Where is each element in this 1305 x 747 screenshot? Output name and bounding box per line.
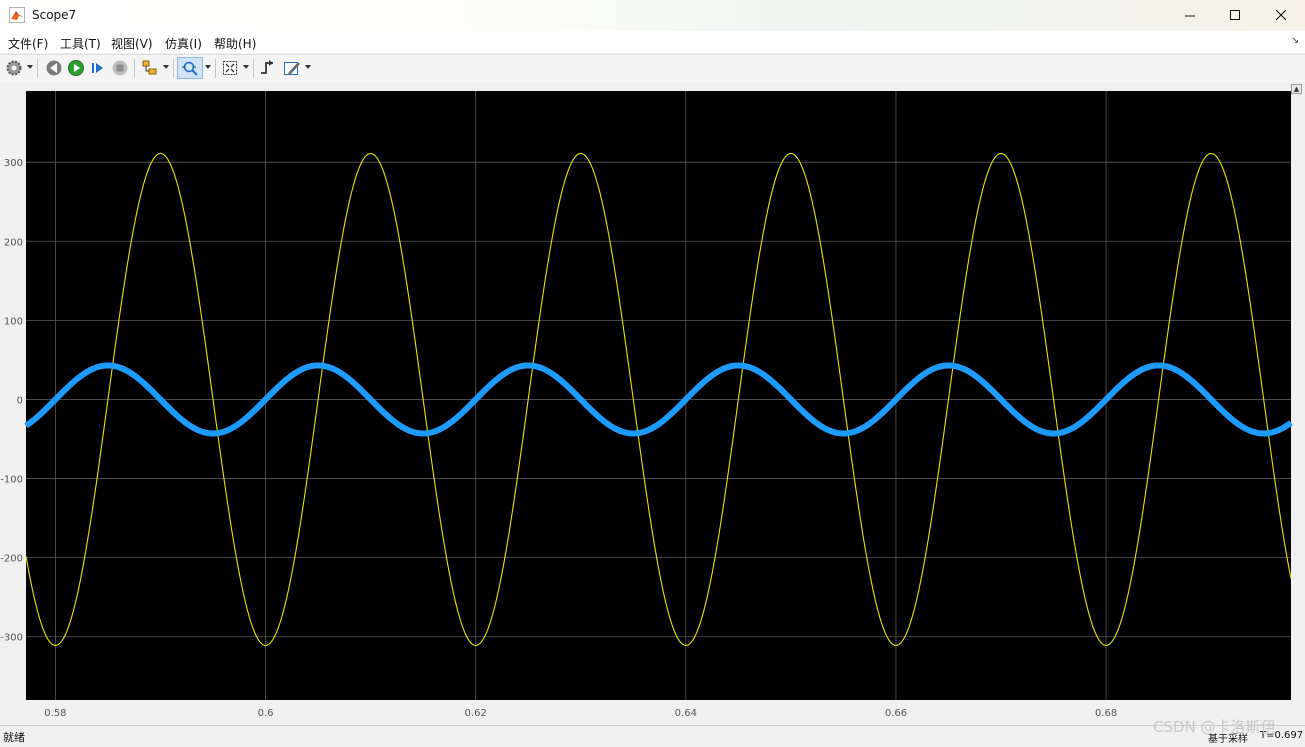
restore-axes-icon[interactable]: ▲ (1291, 84, 1302, 94)
y-tick-label: 0 (17, 395, 23, 406)
x-tick-label: 0.58 (44, 708, 66, 719)
y-tick-label: -100 (0, 475, 23, 486)
x-tick-label: 0.64 (675, 708, 697, 719)
toolbar-separator (37, 59, 38, 78)
x-tick-label: 0.66 (885, 708, 907, 719)
menu-tools[interactable]: 工具(T) (60, 35, 101, 52)
matlab-icon (9, 7, 25, 23)
close-icon (1275, 6, 1287, 25)
autoscale-dropdown-icon[interactable] (243, 65, 249, 69)
close-button[interactable] (1258, 0, 1304, 31)
style-icon[interactable] (283, 59, 301, 77)
dock-arrow-icon[interactable]: ↘ (1291, 36, 1299, 46)
stop-icon[interactable] (111, 59, 129, 77)
highlight-dropdown-icon[interactable] (163, 65, 169, 69)
run-icon[interactable] (67, 59, 85, 77)
settings-gear-icon[interactable] (5, 59, 23, 77)
y-tick-label: 300 (4, 158, 23, 169)
x-tick-label: 0.62 (465, 708, 487, 719)
menu-view[interactable]: 视图(V) (111, 35, 153, 52)
toolbar-separator (253, 59, 254, 78)
menu-file[interactable]: 文件(F) (8, 35, 48, 52)
x-tick-label: 0.68 (1095, 708, 1117, 719)
maximize-icon (1229, 6, 1241, 25)
menu-bar: 文件(F) 工具(T) 视图(V) 仿真(I) 帮助(H) ↘ (0, 31, 1305, 53)
highlight-simulink-block-icon[interactable] (141, 59, 159, 77)
scope-plot[interactable]: 0.58 0.6 0.62 0.64 0.66 0.68 300 200 100 0 -100 -20… (0, 82, 1305, 724)
step-forward-icon[interactable] (89, 59, 107, 77)
zoom-dropdown-icon[interactable] (205, 65, 211, 69)
maximize-button[interactable] (1212, 0, 1258, 31)
menu-help[interactable]: 帮助(H) (214, 35, 256, 52)
watermark: CSDN @卡洛斯伊 (1153, 718, 1276, 736)
title-bar[interactable]: Scope7 (0, 0, 1305, 32)
y-tick-label: -200 (0, 554, 23, 565)
y-tick-label: 100 (4, 316, 23, 327)
toolbar (0, 54, 1305, 83)
minimize-button[interactable] (1167, 0, 1213, 31)
autoscale-icon[interactable] (221, 59, 239, 77)
minimize-icon (1184, 6, 1196, 25)
x-tick-label: 0.6 (258, 708, 274, 719)
y-tick-label: -300 (0, 633, 23, 644)
menu-simulation[interactable]: 仿真(I) (165, 35, 202, 52)
triggers-icon[interactable] (259, 59, 277, 77)
style-dropdown-icon[interactable] (305, 65, 311, 69)
toolbar-separator (215, 59, 216, 78)
window-title: Scope7 (32, 8, 77, 22)
plot-area[interactable] (26, 91, 1291, 700)
status-bar: 就绪 基于采样 T=0.697 (0, 725, 1305, 747)
status-text: 就绪 (3, 731, 25, 744)
zoom-icon[interactable] (181, 59, 199, 77)
step-back-icon[interactable] (45, 59, 63, 77)
y-tick-label: 200 (4, 237, 23, 248)
toolbar-separator (134, 59, 135, 78)
settings-dropdown-icon[interactable] (27, 65, 33, 69)
toolbar-separator (173, 59, 174, 78)
